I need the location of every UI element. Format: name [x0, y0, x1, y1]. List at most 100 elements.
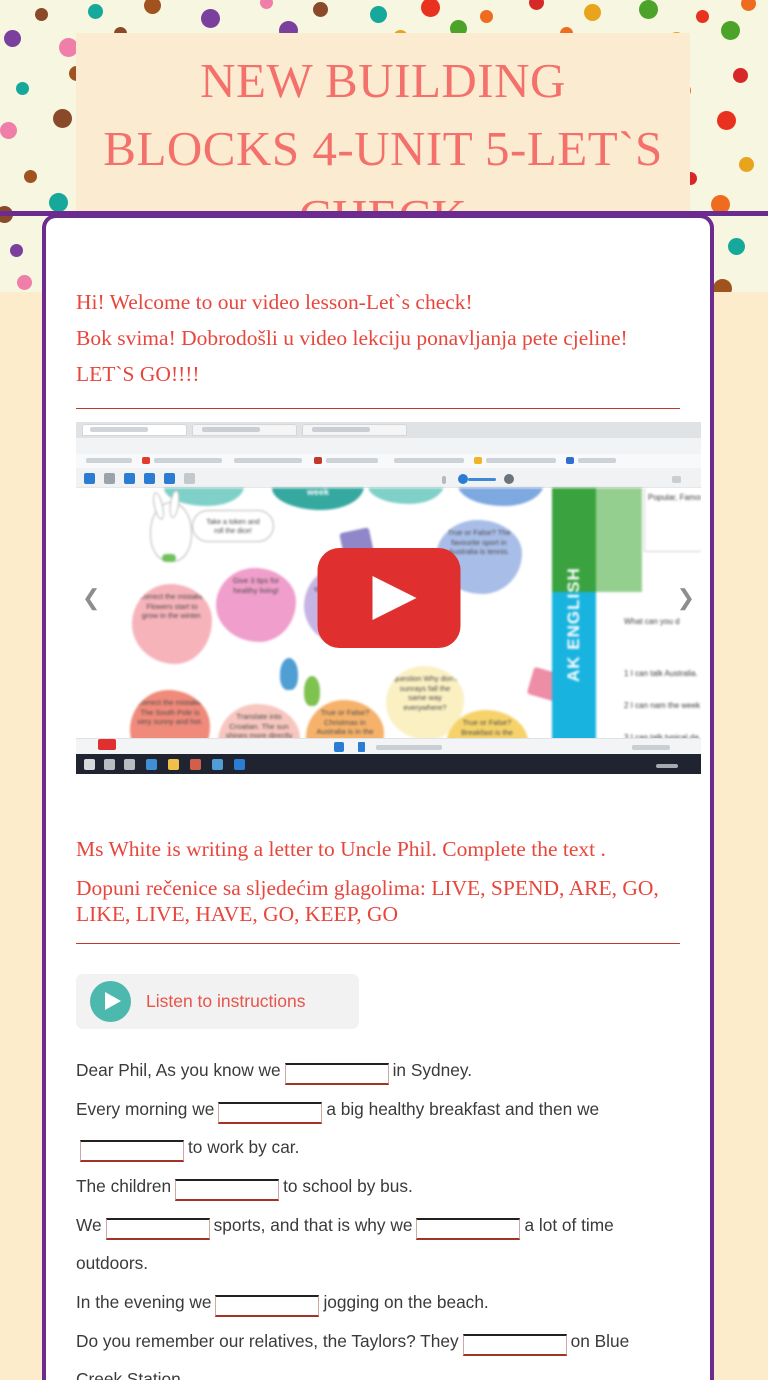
answer-blank-input[interactable]	[80, 1140, 184, 1162]
page-title: NEW BUILDING BLOCKS 4-UNIT 5-LET`S CHECK	[103, 53, 663, 214]
bookmark-blur	[578, 458, 616, 463]
zoom-separator	[442, 476, 446, 484]
answer-blank-input[interactable]	[105, 1218, 210, 1240]
confetti-dot	[58, 37, 78, 57]
confetti-dot	[740, 0, 756, 11]
grid-view-icon	[334, 742, 344, 752]
confetti-dot	[259, 0, 273, 9]
blob-healthy-tips: Give 3 tips for healthy living!	[216, 568, 296, 642]
instructions-line-2: Dopuni rečenice sa sljedećim glagolima: …	[76, 876, 659, 926]
confetti-dot	[695, 9, 709, 23]
confetti-dot	[720, 20, 740, 40]
toolbar-icon	[124, 473, 135, 484]
video-player[interactable]: week Take a token and roll the dice! Corr…	[76, 422, 701, 774]
bookmark-blur	[234, 458, 302, 463]
answer-blank-input[interactable]	[462, 1334, 567, 1356]
taskbar-clock	[656, 764, 678, 768]
sentence-text: to work by car.	[188, 1137, 300, 1157]
instructions-divider	[76, 943, 680, 944]
search-icon	[504, 474, 514, 484]
intro-line-3: LET`S GO!!!!	[76, 362, 200, 386]
sentence-text: In the evening we	[76, 1292, 212, 1312]
sentence-text: in Sydney.	[392, 1060, 473, 1080]
sentence-text: Every morning we	[76, 1099, 215, 1119]
toolbar-icon	[164, 473, 175, 484]
right-panel-question: What can you d	[624, 617, 680, 626]
bookmark-favicon	[314, 457, 322, 464]
answer-blank-input[interactable]	[284, 1063, 389, 1085]
taskbar-app-icon	[234, 759, 245, 770]
confetti-dot	[738, 156, 754, 172]
confetti-dot	[3, 29, 21, 47]
zoom-slider-handle	[458, 474, 468, 484]
sentence-text: a big healthy breakfast and then we	[326, 1099, 600, 1119]
confetti-dot	[479, 9, 493, 23]
carousel-prev-arrow[interactable]: ❮	[82, 585, 100, 611]
confetti-dot	[420, 0, 440, 17]
sentence-text: Do you remember our relatives, the Taylo…	[76, 1331, 459, 1351]
intro-divider	[76, 408, 680, 409]
sentence-text: sports, and that is why we	[213, 1215, 413, 1235]
exercise-sentence: We sports, and that is why we a lot of tim…	[76, 1206, 680, 1282]
intro-line-2: Bok svima! Dobrodošli u video lekciju po…	[76, 326, 628, 350]
taskbar-search-icon	[104, 759, 115, 770]
tab-title-blur	[90, 427, 148, 432]
peach-band-right	[710, 292, 768, 1380]
sentence-text: We	[76, 1215, 102, 1235]
viewer-statusbar	[76, 738, 701, 754]
confetti-dot	[528, 0, 544, 10]
worksheet-card: Hi! Welcome to our video lesson-Let`s ch…	[42, 214, 714, 1380]
page-root: NEW BUILDING BLOCKS 4-UNIT 5-LET`S CHECK…	[0, 0, 768, 1380]
confetti-dot	[200, 8, 220, 28]
browser-bookmarks-bar	[76, 454, 701, 468]
bunny-bowtie	[162, 554, 176, 562]
confetti-dot	[369, 5, 387, 23]
peach-band-left	[0, 292, 46, 1380]
confetti-dot	[34, 7, 48, 21]
instructions-block: Ms White is writing a letter to Uncle Ph…	[76, 831, 680, 927]
right-panel-item-2: 2 I can nam the week.	[624, 701, 701, 710]
slide-sidebar-cyan: AK ENGLISH	[552, 567, 596, 754]
sidebar-label: AK ENGLISH	[564, 567, 583, 682]
exercise-sentence: Do you remember our relatives, the Taylo…	[76, 1322, 680, 1380]
status-right-blur	[632, 745, 670, 750]
confetti-dot	[143, 0, 161, 14]
answer-blank-input[interactable]	[215, 1295, 320, 1317]
bookmark-blur	[86, 458, 132, 463]
taskbar-taskview-icon	[124, 759, 135, 770]
exercise-sentence: In the evening we jogging on the beach.	[76, 1283, 680, 1321]
page-count-blur	[376, 745, 442, 750]
listen-button-label: Listen to instructions	[146, 991, 306, 1011]
toolbar-icon	[104, 473, 115, 484]
bookmark-favicon	[142, 457, 150, 464]
answer-blank-input[interactable]	[175, 1179, 280, 1201]
play-icon	[90, 981, 131, 1022]
tab-title-blur	[202, 427, 260, 432]
windows-taskbar	[76, 739, 701, 774]
confetti-dot	[312, 1, 328, 17]
toolbar-icon	[84, 473, 95, 484]
confetti-dot	[0, 121, 17, 139]
browser-urlbar	[76, 438, 701, 467]
right-panel-item-1: 1 I can talk Australia.	[624, 669, 698, 678]
confetti-dot	[15, 81, 29, 95]
sentence-text: jogging on the beach.	[323, 1292, 489, 1312]
confetti-dot	[87, 3, 103, 19]
bookmark-blur	[394, 458, 464, 463]
pawn-green	[304, 676, 320, 706]
confetti-dot	[638, 0, 658, 19]
play-icon[interactable]	[317, 548, 460, 648]
blob-speech-bubble: Take a token and roll the dice!	[192, 510, 274, 542]
carousel-next-arrow[interactable]: ❯	[677, 585, 695, 611]
listen-to-instructions-button[interactable]: Listen to instructions	[76, 974, 359, 1029]
bookmark-favicon	[474, 457, 482, 464]
answer-blank-input[interactable]	[218, 1102, 323, 1124]
sentence-text: to school by bus.	[283, 1176, 413, 1196]
bookmark-favicon	[566, 457, 574, 464]
answer-blank-input[interactable]	[416, 1218, 521, 1240]
zoom-slider-track	[468, 478, 496, 481]
intro-text: Hi! Welcome to our video lesson-Let`s ch…	[76, 284, 680, 392]
blob-week: week	[272, 488, 364, 510]
confetti-dot	[16, 274, 32, 290]
confetti-dot	[48, 192, 68, 212]
